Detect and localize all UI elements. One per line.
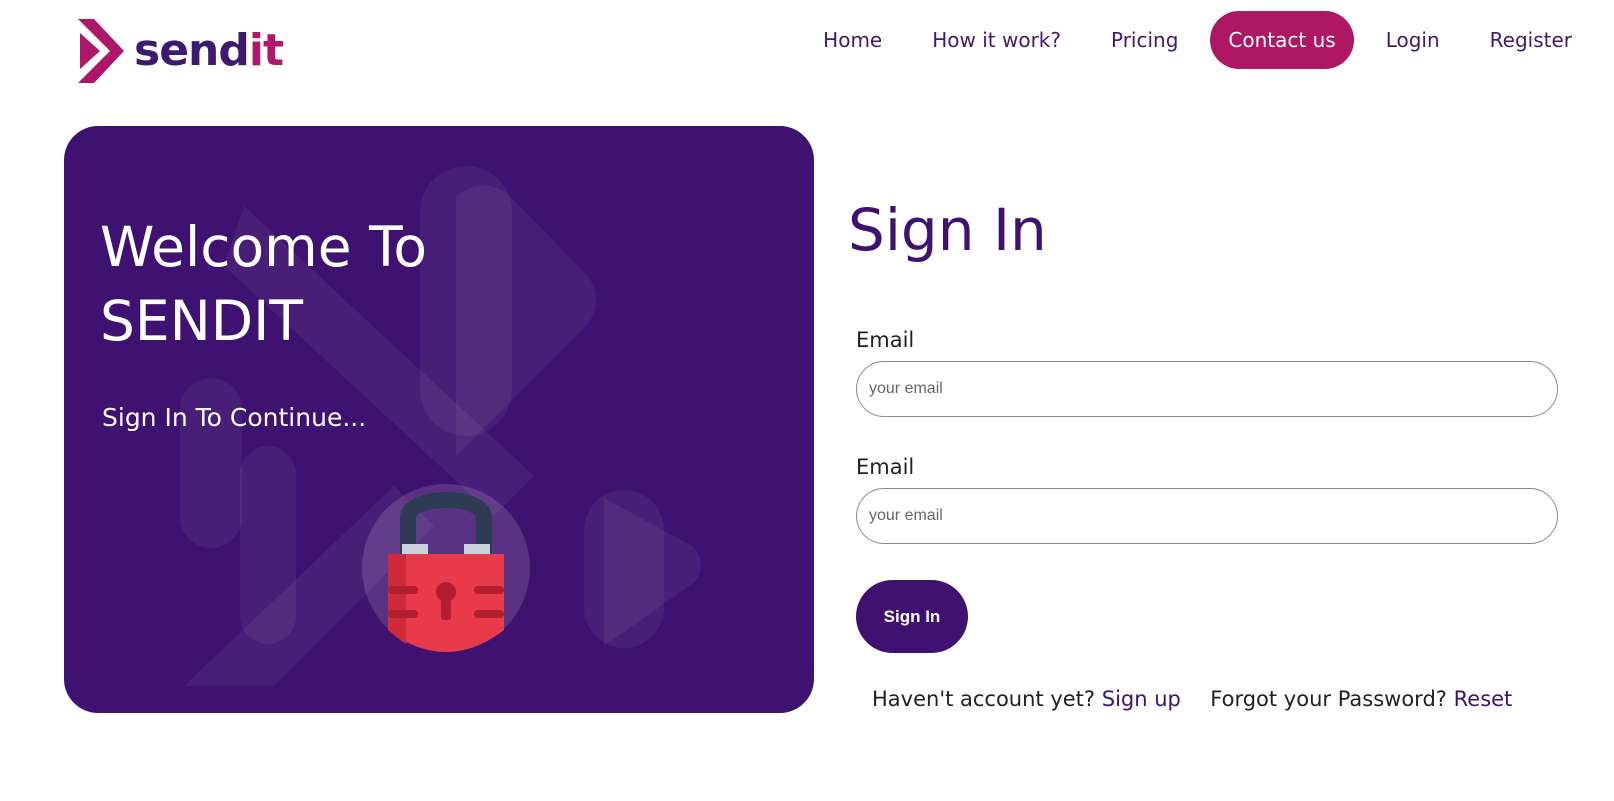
signin-title: Sign In [848,196,1047,264]
second-email-label: Email [856,455,915,479]
no-account-text: Haven't account yet? [872,687,1096,711]
nav-login[interactable]: Login [1368,11,1458,69]
welcome-subtitle: Sign In To Continue... [102,403,367,432]
nav-pricing[interactable]: Pricing [1093,11,1196,69]
nav-how-it-works[interactable]: How it work? [914,11,1079,69]
signin-button[interactable]: Sign In [856,580,968,653]
padlock-icon [362,484,530,652]
forgot-password-text: Forgot your Password? [1210,687,1447,711]
main-nav: Home How it work? Pricing Contact us Log… [791,11,1590,69]
email-label: Email [856,328,915,352]
welcome-title-line1: Welcome To [100,215,427,279]
nav-home[interactable]: Home [805,11,900,69]
nav-register[interactable]: Register [1472,11,1590,69]
site-header: sendit Home How it work? Pricing Contact… [0,0,1614,90]
second-email-input[interactable] [856,488,1558,544]
play-arrow-logo-icon [78,19,124,83]
logo-word-it: it [248,25,284,76]
nav-contact-us[interactable]: Contact us [1210,11,1354,69]
welcome-title: Welcome To SENDIT [100,210,520,358]
logo-wordmark: sendit [134,29,284,73]
reset-password-link[interactable]: Reset [1454,687,1513,711]
email-input[interactable] [856,361,1558,417]
welcome-card: Welcome To SENDIT Sign In To Continue... [64,126,814,713]
signup-link[interactable]: Sign up [1102,687,1181,711]
padlock-illustration [362,484,530,692]
sendit-logo[interactable]: sendit [76,18,286,84]
logo-word-send: send [134,25,250,76]
signin-footer-links: Haven't account yet? Sign up Forgot your… [872,685,1512,713]
welcome-title-line2: SENDIT [100,289,303,353]
